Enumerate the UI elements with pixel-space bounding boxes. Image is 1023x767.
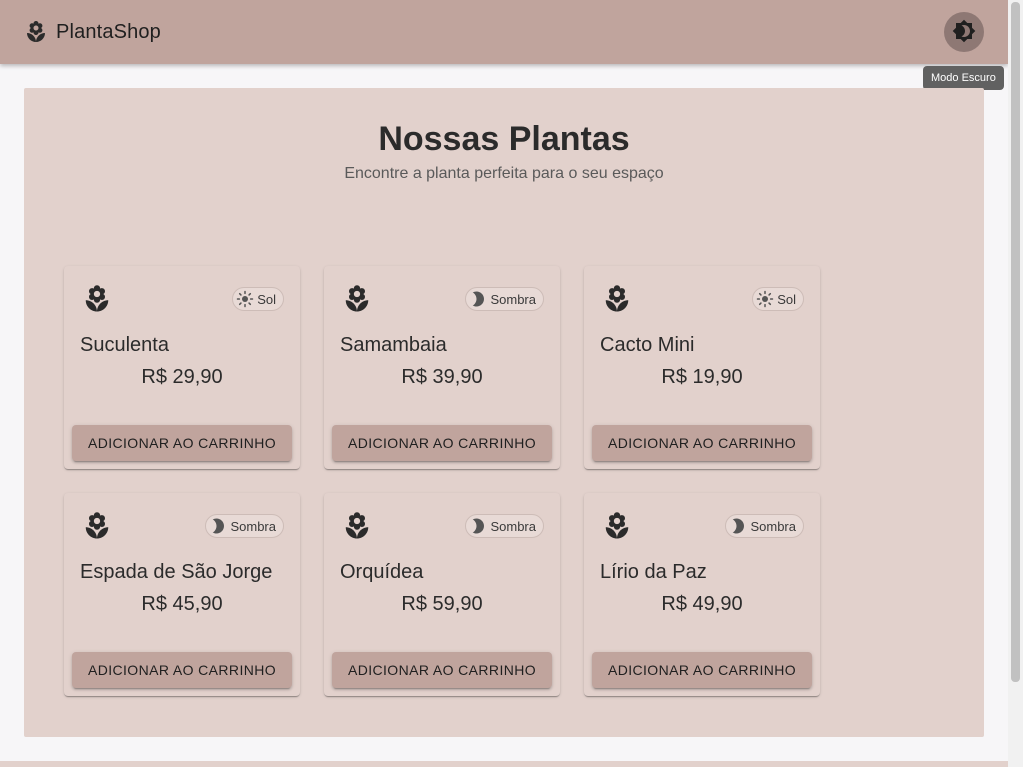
light-badge: Sol <box>752 287 804 311</box>
light-label: Sombra <box>490 291 536 307</box>
flower-icon <box>82 284 112 314</box>
add-to-cart-button[interactable]: ADICIONAR AO CARRINHO <box>592 425 812 461</box>
product-price: R$ 49,90 <box>661 593 743 615</box>
product-name: Espada de São Jorge <box>80 561 273 583</box>
product-card: Sombra Samambaia R$ 39,90 ADICIONAR AO C… <box>324 266 560 469</box>
product-name: Orquídea <box>340 561 424 583</box>
light-label: Sombra <box>230 518 276 534</box>
flower-icon <box>342 284 372 314</box>
moon-icon <box>729 517 747 535</box>
scrollbar-thumb[interactable] <box>1011 2 1020 682</box>
add-to-cart-button[interactable]: ADICIONAR AO CARRINHO <box>332 425 552 461</box>
product-price: R$ 29,90 <box>141 366 223 388</box>
light-label: Sol <box>257 291 276 307</box>
add-to-cart-button[interactable]: ADICIONAR AO CARRINHO <box>332 652 552 688</box>
light-label: Sol <box>777 291 796 307</box>
light-badge: Sombra <box>725 514 804 538</box>
product-grid: Sol Suculenta R$ 29,90 ADICIONAR AO CARR… <box>64 266 844 696</box>
page-title: Nossas Plantas <box>378 120 630 158</box>
app-title: PlantaShop <box>56 20 161 43</box>
product-price: R$ 19,90 <box>661 366 743 388</box>
add-to-cart-button[interactable]: ADICIONAR AO CARRINHO <box>592 652 812 688</box>
theme-toggle-button[interactable] <box>944 12 984 52</box>
flower-icon <box>342 511 372 541</box>
product-card: Sol Cacto Mini R$ 19,90 ADICIONAR AO CAR… <box>584 266 820 469</box>
app-bar: PlantaShop <box>0 0 1008 64</box>
product-name: Lírio da Paz <box>600 561 707 583</box>
product-card: Sombra Orquídea R$ 59,90 ADICIONAR AO CA… <box>324 493 560 696</box>
product-name: Cacto Mini <box>600 334 695 356</box>
sun-icon <box>756 290 774 308</box>
flower-icon <box>24 20 48 44</box>
footer-edge <box>0 761 1008 767</box>
page-subtitle: Encontre a planta perfeita para o seu es… <box>344 165 664 182</box>
product-price: R$ 45,90 <box>141 593 223 615</box>
theme-tooltip: Modo Escuro <box>923 66 1004 90</box>
light-label: Sombra <box>750 518 796 534</box>
flower-icon <box>602 284 632 314</box>
page-scrollbar[interactable] <box>1008 0 1023 767</box>
add-to-cart-button[interactable]: ADICIONAR AO CARRINHO <box>72 652 292 688</box>
moon-icon <box>209 517 227 535</box>
product-price: R$ 39,90 <box>401 366 483 388</box>
sun-icon <box>236 290 254 308</box>
product-card: Sombra Lírio da Paz R$ 49,90 ADICIONAR A… <box>584 493 820 696</box>
product-name: Suculenta <box>80 334 169 356</box>
moon-icon <box>469 290 487 308</box>
add-to-cart-button[interactable]: ADICIONAR AO CARRINHO <box>72 425 292 461</box>
light-badge: Sol <box>232 287 284 311</box>
product-name: Samambaia <box>340 334 447 356</box>
light-label: Sombra <box>490 518 536 534</box>
light-badge: Sombra <box>205 514 284 538</box>
products-container: Nossas Plantas Encontre a planta perfeit… <box>24 88 984 737</box>
moon-icon <box>469 517 487 535</box>
brightness-icon <box>952 19 976 46</box>
light-badge: Sombra <box>465 287 544 311</box>
product-price: R$ 59,90 <box>401 593 483 615</box>
product-card: Sombra Espada de São Jorge R$ 45,90 ADIC… <box>64 493 300 696</box>
flower-icon <box>82 511 112 541</box>
light-badge: Sombra <box>465 514 544 538</box>
product-card: Sol Suculenta R$ 29,90 ADICIONAR AO CARR… <box>64 266 300 469</box>
flower-icon <box>602 511 632 541</box>
